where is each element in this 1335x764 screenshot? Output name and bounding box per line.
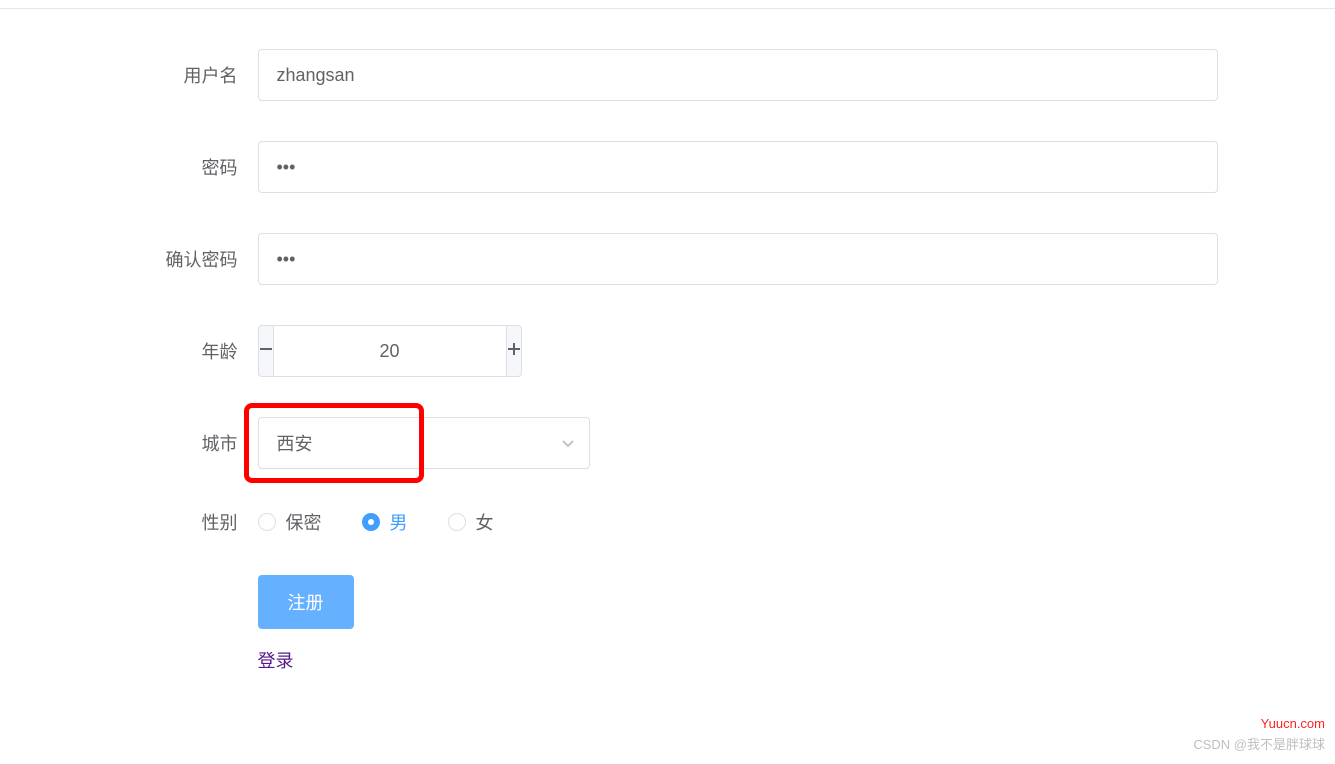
gender-option-secret[interactable]: 保密 (258, 509, 322, 535)
row-username: 用户名 (118, 49, 1218, 101)
row-confirm-password: 确认密码 (118, 233, 1218, 285)
gender-label: 性别 (118, 509, 258, 535)
top-divider (0, 8, 1335, 9)
age-label: 年龄 (118, 338, 258, 364)
city-select-value: 西安 (277, 430, 313, 456)
minus-icon (259, 342, 273, 361)
radio-label: 女 (476, 509, 494, 535)
row-city: 城市 西安 (118, 417, 1218, 469)
radio-label: 保密 (286, 509, 322, 535)
age-input[interactable] (274, 325, 506, 377)
password-input[interactable] (258, 141, 1218, 193)
username-label: 用户名 (118, 62, 258, 88)
watermark: Yuucn.com CSDN @我不是胖球球 (1193, 714, 1325, 756)
registration-form: 用户名 密码 确认密码 年龄 (118, 49, 1218, 673)
login-link[interactable]: 登录 (258, 647, 294, 673)
watermark-line1: Yuucn.com (1193, 714, 1325, 735)
gender-radio-group: 保密 男 女 (258, 509, 1218, 535)
radio-icon (362, 513, 380, 531)
city-label: 城市 (118, 430, 258, 456)
password-label: 密码 (118, 154, 258, 180)
row-password: 密码 (118, 141, 1218, 193)
watermark-line2: CSDN @我不是胖球球 (1193, 735, 1325, 756)
radio-icon (448, 513, 466, 531)
confirm-password-label: 确认密码 (118, 246, 258, 272)
row-gender: 性别 保密 男 女 (118, 509, 1218, 535)
row-actions: 注册 登录 (118, 575, 1218, 673)
radio-label: 男 (390, 509, 408, 535)
confirm-password-input[interactable] (258, 233, 1218, 285)
age-decrease-button[interactable] (258, 325, 274, 377)
city-select[interactable]: 西安 (258, 417, 590, 469)
age-increase-button[interactable] (506, 325, 522, 377)
age-stepper (258, 325, 518, 377)
gender-option-female[interactable]: 女 (448, 509, 494, 535)
username-input[interactable] (258, 49, 1218, 101)
register-button[interactable]: 注册 (258, 575, 354, 629)
row-age: 年龄 (118, 325, 1218, 377)
radio-icon (258, 513, 276, 531)
plus-icon (507, 342, 521, 361)
gender-option-male[interactable]: 男 (362, 509, 408, 535)
city-select-wrap: 西安 (258, 417, 590, 469)
